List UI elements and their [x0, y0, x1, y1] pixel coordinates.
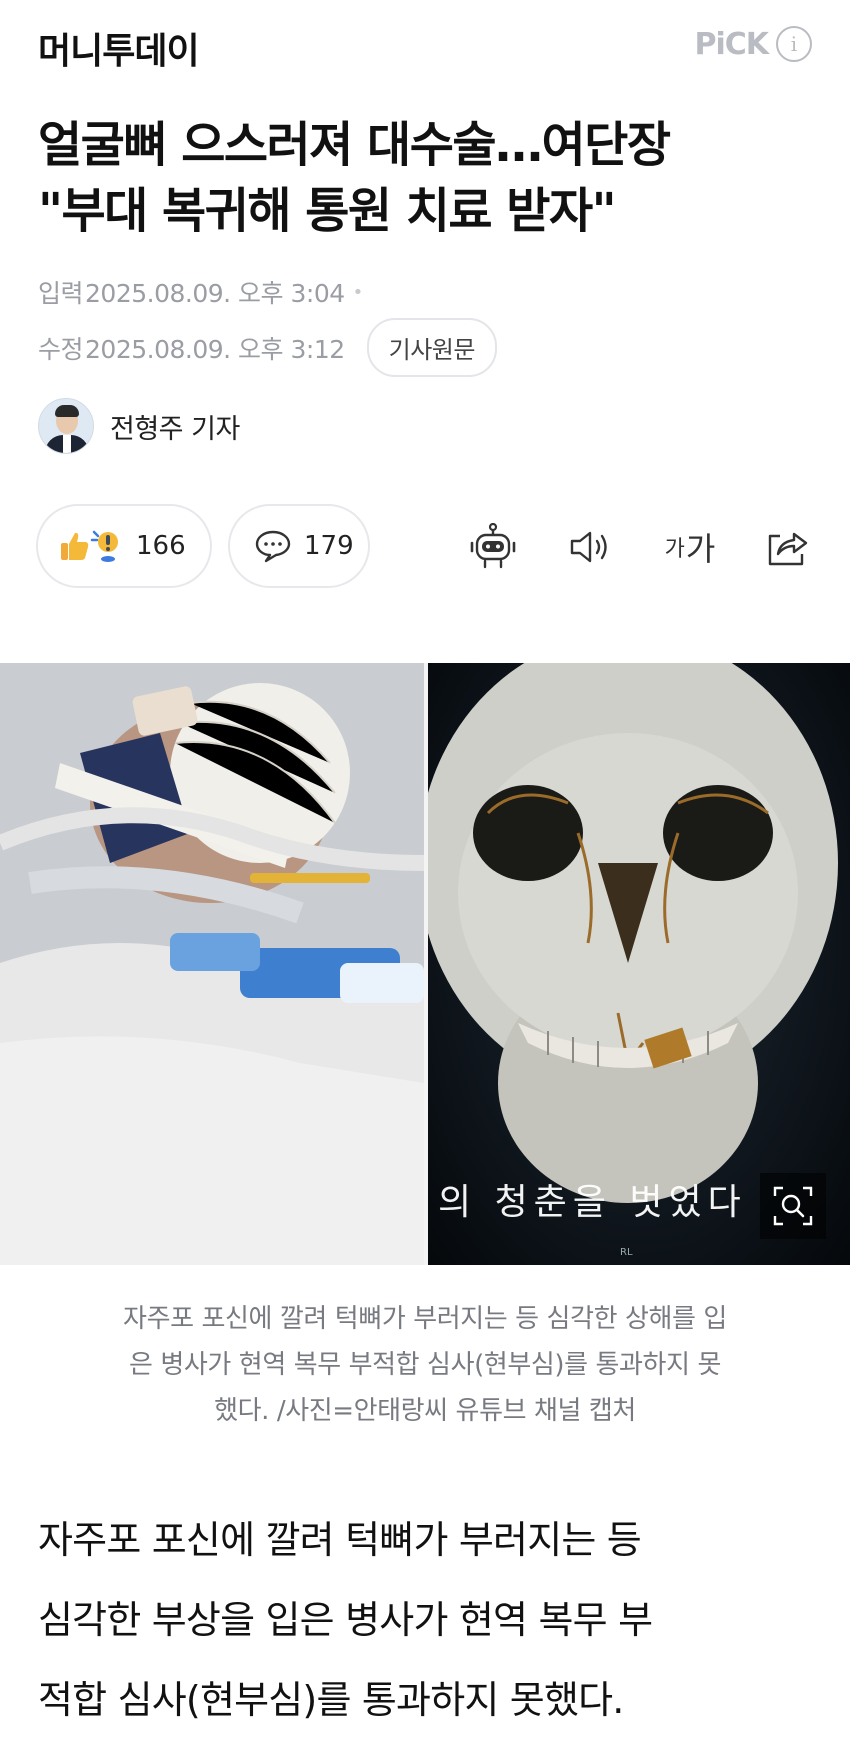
author-avatar[interactable] [38, 398, 94, 454]
article-photo[interactable]: 의 청춘을 벗었다 RL [0, 663, 850, 1265]
speaker-icon[interactable] [566, 522, 616, 572]
share-icon[interactable] [762, 522, 812, 572]
info-icon[interactable]: i [776, 26, 812, 62]
photo-overlay-text: 의 청춘을 벗었다 [438, 1182, 747, 1223]
author-name[interactable]: 전형주 기자 [110, 407, 240, 446]
comment-button[interactable]: 179 [228, 504, 370, 588]
article-title: 얼굴뼈 으스러져 대수술…여단장 "부대 복귀해 통원 치료 받자" [38, 112, 828, 244]
comment-icon [255, 530, 291, 563]
comment-count: 179 [304, 531, 354, 561]
font-size-large-label: 가 [685, 530, 716, 568]
article-body: 자주포 포신에 깔려 턱뼈가 부러지는 등 심각한 부상을 입은 병사가 현역 … [38, 1500, 828, 1740]
article-action-bar: 166 179 가가 [0, 504, 850, 590]
author-info[interactable]: 전형주 기자 [38, 398, 240, 454]
thumbs-up-icon [61, 532, 89, 560]
reaction-button[interactable]: 166 [36, 504, 212, 588]
caption-line: 자주포 포신에 깔려 턱뼈가 부러지는 등 심각한 상해를 입 [123, 1304, 727, 1334]
body-line: 자주포 포신에 깔려 턱뼈가 부러지는 등 [38, 1518, 642, 1562]
pick-badge[interactable]: PiCK i [694, 26, 812, 62]
input-label: 입력 [38, 279, 84, 308]
modified-datetime: 수정 2025.08.09. 오후 3:12 기사원문 [38, 318, 497, 377]
patient-photo [0, 663, 424, 1265]
photo-mark: RL [620, 1247, 633, 1258]
body-line: 적합 심사(현부심)를 통과하지 못했다. [38, 1678, 624, 1722]
font-size-button[interactable]: 가가 [660, 522, 720, 572]
press-brand[interactable]: 머니투데이 [38, 22, 200, 74]
input-time: 2025.08.09. 오후 3:04 [85, 279, 345, 308]
article-title-line: 얼굴뼈 으스러져 대수술…여단장 [38, 117, 671, 173]
app-header: 머니투데이 PiCK i [0, 0, 850, 96]
modified-label: 수정 [38, 334, 84, 364]
caption-line: 했다. /사진=안태랑씨 유튜브 채널 캡처 [214, 1396, 636, 1426]
caption-line: 은 병사가 현역 복무 부적합 심사(현부심)를 통과하지 못 [129, 1350, 721, 1380]
zoom-icon[interactable] [760, 1173, 826, 1239]
ai-summary-robot-icon[interactable] [468, 522, 518, 572]
font-size-small-label: 가 [664, 537, 685, 562]
photo-caption: 자주포 포신에 깔려 턱뼈가 부러지는 등 심각한 상해를 입 은 병사가 현역… [44, 1296, 806, 1434]
original-article-button[interactable]: 기사원문 [366, 318, 497, 377]
article-title-line: "부대 복귀해 통원 치료 받자" [38, 183, 617, 239]
surprise-icon [90, 530, 118, 562]
reaction-count: 166 [136, 531, 186, 561]
reaction-icons [60, 526, 122, 566]
modified-time: 2025.08.09. 오후 3:12 [85, 334, 345, 364]
body-line: 심각한 부상을 입은 병사가 현역 복무 부 [38, 1598, 653, 1642]
pick-label: PiCK [694, 26, 769, 62]
input-datetime: 입력 2025.08.09. 오후 3:04 • [38, 274, 363, 310]
meta-separator-dot: • [352, 281, 364, 303]
